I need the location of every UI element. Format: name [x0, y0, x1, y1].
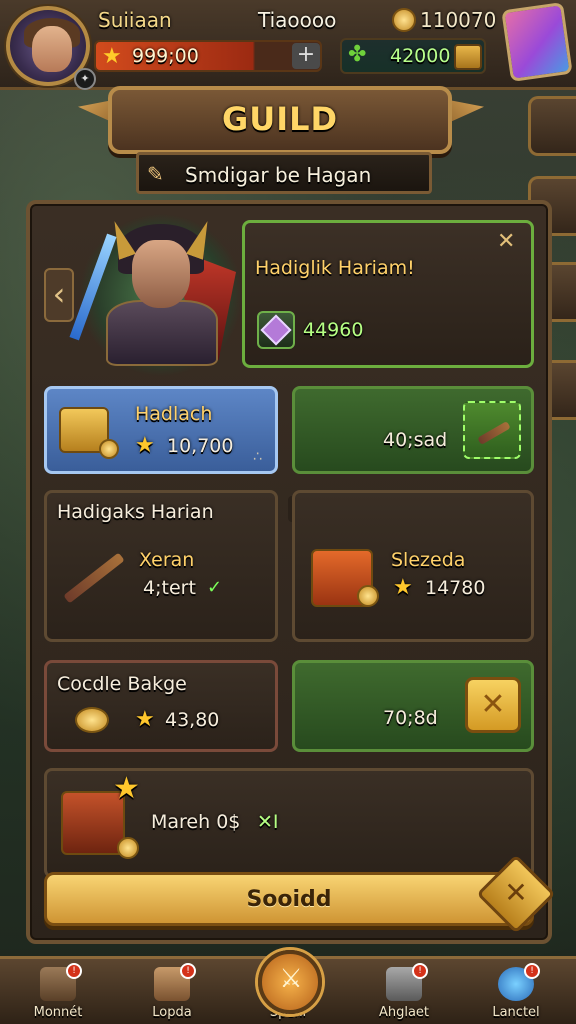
star-icon: ★: [135, 433, 155, 458]
guild-subtitle-box: ✎ Smdigar be Hagan: [136, 152, 432, 194]
gold-counter-box: ✤ 42000: [340, 38, 486, 74]
page-title: GUILD: [221, 100, 339, 138]
gem-icon: [260, 314, 292, 346]
bundle-claim-value: 70;8d: [383, 707, 438, 729]
claim-card[interactable]: 40;sad: [292, 386, 534, 474]
bundle-title: Cocdle Bakge: [57, 673, 187, 695]
nav-label: Lopda: [152, 1005, 192, 1020]
sword-icon: ⚔: [279, 964, 303, 994]
claim-value: 40;sad: [383, 429, 448, 451]
close-icon: ✕: [504, 876, 528, 909]
coin-icon: [99, 439, 119, 459]
featured-reward-value: 44960: [303, 319, 364, 341]
bundle-value: 43,80: [165, 709, 220, 731]
notification-badge: !: [524, 963, 540, 979]
final-reward-tag: ✕I: [257, 811, 279, 833]
star-icon: ★: [393, 575, 413, 600]
notification-badge: !: [412, 963, 428, 979]
nav-item-home[interactable]: ! Monnét: [8, 959, 108, 1024]
chest-card[interactable]: Slezeda ★ 14780: [292, 490, 534, 642]
player-avatar[interactable]: ✦: [6, 6, 96, 90]
gift-shop-icon[interactable]: [501, 2, 573, 82]
nav-label: Lanctel: [492, 1005, 540, 1020]
bundle-claim-card[interactable]: 70;8d ✕: [292, 660, 534, 752]
reward-gem-icon: [257, 311, 295, 349]
star-icon: ★: [113, 771, 140, 806]
coin-icon: [117, 837, 139, 859]
guild-subtitle: Smdigar be Hagan: [185, 163, 372, 187]
weapon-value: 4;tert: [143, 577, 196, 599]
main-action-button[interactable]: Sooidd: [44, 872, 534, 926]
daily-value: 10,700: [167, 435, 234, 457]
spear-icon: [63, 552, 125, 604]
previous-arrow-icon[interactable]: ‹: [44, 268, 74, 322]
coin-icon: [357, 585, 379, 607]
quill-icon: ✎: [147, 162, 164, 186]
bundle-card[interactable]: Cocdle Bakge ★ 43,80: [44, 660, 278, 752]
final-reward-card[interactable]: ★ Mareh 0$ ✕I: [44, 768, 534, 878]
nav-item-forge[interactable]: ! Ahglaet: [354, 959, 454, 1024]
claim-icon: ✓: [207, 577, 223, 598]
claim-x-button[interactable]: ✕: [465, 677, 521, 733]
xp-value: 999;00: [132, 45, 199, 67]
hero-face: [132, 240, 190, 308]
nav-label: Monnét: [33, 1005, 83, 1020]
avatar-face: [32, 26, 72, 72]
notification-badge: !: [180, 963, 196, 979]
sword-icon: [477, 421, 511, 445]
coin-icon: [392, 8, 416, 32]
coin-counter: 110070: [420, 8, 497, 32]
nav-label: Ahglaet: [378, 1005, 430, 1020]
chest-value: 14780: [425, 577, 486, 599]
star-icon: ★: [102, 44, 122, 69]
player-name: Suiiaan: [98, 8, 172, 32]
gold-value: 42000: [390, 45, 451, 67]
final-reward-text: Mareh 0$: [151, 811, 241, 833]
clover-icon: ✤: [348, 42, 367, 67]
add-xp-button[interactable]: +: [292, 43, 320, 69]
resource-counter: Tiaoooo: [258, 8, 337, 32]
daily-title: Hadlach: [135, 403, 213, 425]
center-battle-button[interactable]: ⚔: [258, 950, 322, 1014]
hero-armor: [106, 300, 218, 366]
notification-badge: !: [66, 963, 82, 979]
daily-reward-card[interactable]: Hadlach ★ 10,700 ∴: [44, 386, 278, 474]
main-action-label: Sooidd: [246, 887, 332, 912]
star-icon: ★: [135, 707, 155, 732]
coin-stack-icon: [75, 707, 109, 733]
featured-quest-card[interactable]: Hadiglik Hariam! 44960 ✕: [242, 220, 534, 368]
xp-bar: ★ 999;00 +: [94, 40, 322, 72]
side-tab-hero[interactable]: [528, 96, 576, 156]
chest-shop-button[interactable]: [454, 44, 482, 70]
crossed-swords-icon: ✕: [497, 229, 516, 254]
featured-quest-title: Hadiglik Hariam!: [255, 257, 415, 279]
nav-item-guild[interactable]: ! Lanctel: [466, 959, 566, 1024]
sword-reward-icon: [463, 401, 521, 459]
weapon-name: Xeran: [139, 549, 195, 571]
section-title: Hadigaks Harian: [57, 501, 214, 523]
avatar-lock-icon: ✦: [74, 68, 96, 90]
weapon-card[interactable]: Hadigaks Harian Xeran 4;tert ✓: [44, 490, 278, 642]
nav-item-inventory[interactable]: ! Lopda: [122, 959, 222, 1024]
chest-name: Slezeda: [391, 549, 466, 571]
daily-dots: ∴: [253, 449, 262, 465]
